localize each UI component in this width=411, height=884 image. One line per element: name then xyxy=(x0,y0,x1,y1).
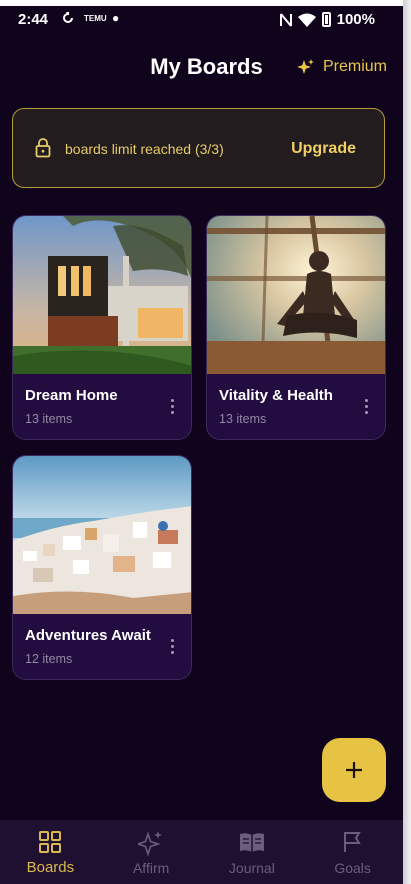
nav-item-journal[interactable]: Journal xyxy=(202,820,303,884)
board-card-vitality-health[interactable]: Vitality & Health 13 items xyxy=(206,215,386,440)
sync-icon xyxy=(63,12,73,23)
grid-icon xyxy=(39,831,62,853)
limit-banner: boards limit reached (3/3) Upgrade xyxy=(12,108,385,188)
battery-percent: 100% xyxy=(336,11,375,28)
system-icons: 100% xyxy=(279,11,375,28)
nfc-icon xyxy=(279,12,292,27)
nav-label-boards: Boards xyxy=(26,859,75,876)
premium-button[interactable]: Premium xyxy=(296,58,387,76)
sparkle-icon xyxy=(138,831,163,856)
nav-item-goals[interactable]: Goals xyxy=(302,820,403,884)
more-options-icon[interactable] xyxy=(171,639,175,657)
board-title: Adventures Await xyxy=(25,627,151,644)
board-image-dream-home xyxy=(13,216,191,374)
app-screen: 2:44 TEMU ● 100% My Boards Premium board… xyxy=(0,0,403,884)
board-card-dream-home[interactable]: Dream Home 13 items xyxy=(12,215,192,440)
notification-icons: TEMU ● xyxy=(62,11,119,25)
more-options-icon[interactable] xyxy=(171,399,175,417)
board-item-count: 12 items xyxy=(25,652,73,666)
nav-label-affirm: Affirm xyxy=(132,860,170,876)
board-item-count: 13 items xyxy=(25,412,73,426)
nav-item-boards[interactable]: Boards xyxy=(0,820,101,884)
battery-icon xyxy=(321,12,331,27)
board-title: Vitality & Health xyxy=(219,387,333,404)
nav-label-goals: Goals xyxy=(334,860,371,876)
sparkle-icon xyxy=(296,59,314,74)
dot-icon: ● xyxy=(112,11,120,25)
book-icon xyxy=(239,833,264,852)
premium-label: Premium xyxy=(322,58,387,75)
flag-icon xyxy=(343,832,361,852)
limit-message: boards limit reached (3/3) xyxy=(65,141,224,157)
status-bar: 2:44 TEMU ● 100% xyxy=(0,6,403,34)
temu-icon: TEMU xyxy=(84,13,107,23)
board-card-adventures-await[interactable]: Adventures Await 12 items xyxy=(12,455,192,680)
nav-label-journal: Journal xyxy=(228,860,275,876)
status-time: 2:44 xyxy=(18,11,49,28)
board-image-adventures-await xyxy=(13,456,191,614)
board-title: Dream Home xyxy=(25,387,118,404)
wifi-icon xyxy=(297,13,316,27)
board-image-vitality-health xyxy=(207,216,385,374)
nav-item-affirm[interactable]: Affirm xyxy=(101,820,202,884)
plus-icon xyxy=(346,762,362,778)
bottom-navigation: Boards Affirm Journal Goals xyxy=(0,820,403,884)
more-options-icon[interactable] xyxy=(365,399,369,417)
upgrade-button[interactable]: Upgrade xyxy=(291,140,356,158)
board-item-count: 13 items xyxy=(219,412,267,426)
screen-edge xyxy=(403,0,411,884)
lock-icon xyxy=(35,138,51,158)
add-board-button[interactable] xyxy=(322,738,386,802)
